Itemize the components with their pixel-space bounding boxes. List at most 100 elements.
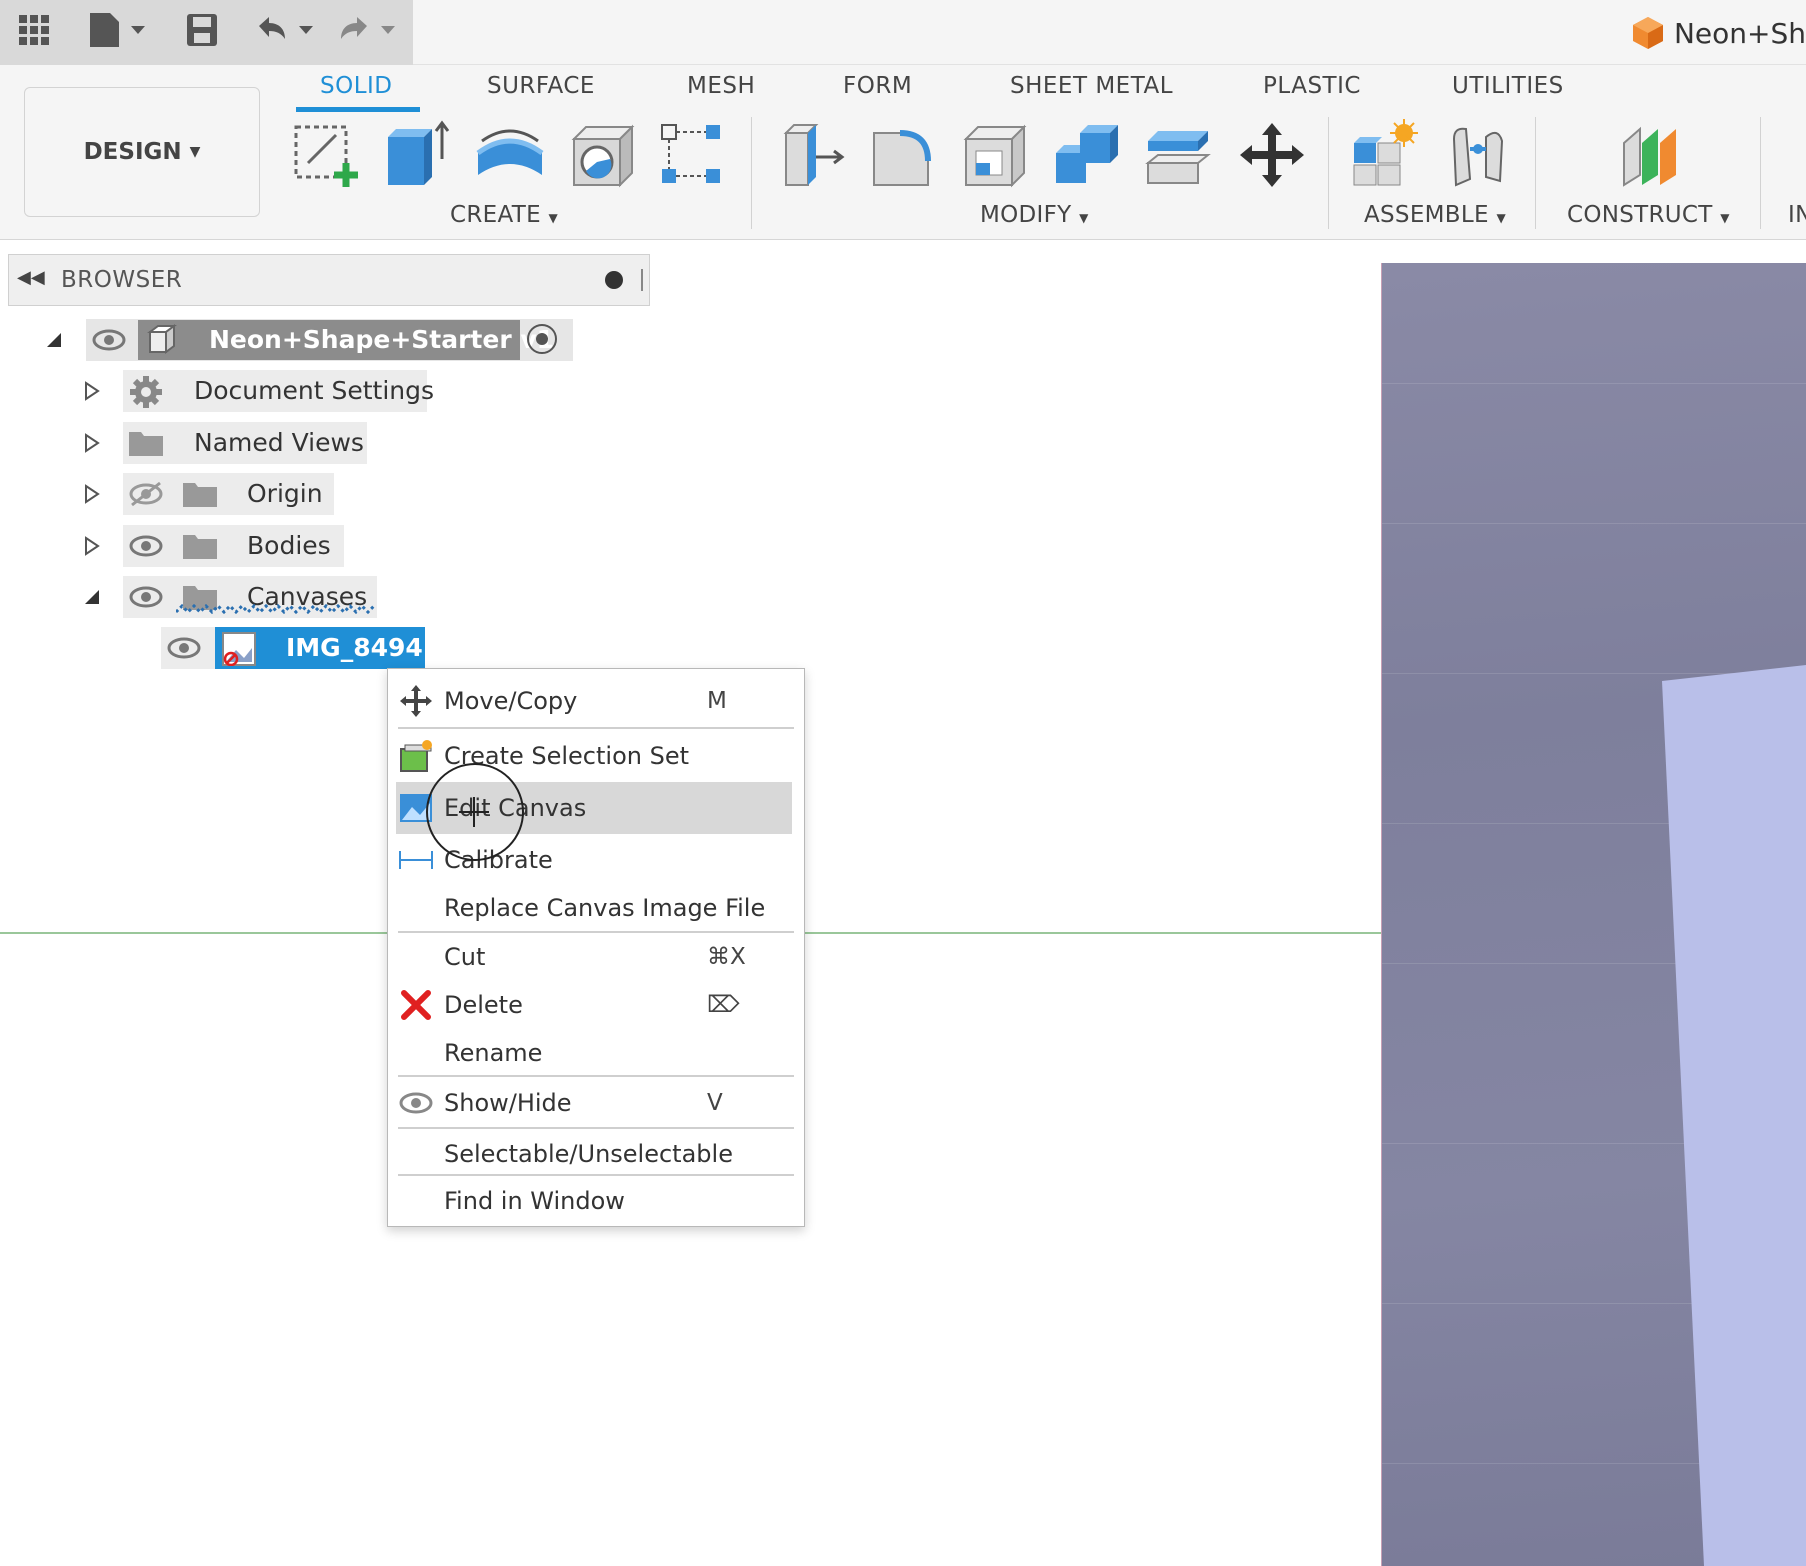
menu-item-selectable[interactable]: Selectable/Unselectable — [396, 1130, 792, 1178]
create-label: CREATE — [450, 202, 541, 228]
context-menu: Move/Copy M Create Selection Set Edit Ca… — [387, 668, 805, 1227]
canvas-image-icon — [222, 632, 256, 670]
menu-item-replace-canvas-image[interactable]: Replace Canvas Image File — [396, 884, 792, 932]
chevron-down-icon: ▼ — [1496, 211, 1506, 225]
shell-icon[interactable] — [956, 117, 1032, 193]
eye-icon — [398, 1085, 434, 1121]
document-title: Neon+Sh — [1673, 16, 1806, 50]
collapse-panel-icon[interactable]: ◀◀ — [17, 267, 45, 288]
chevron-down-icon: ▼ — [1720, 211, 1730, 225]
paper-sheet — [1662, 665, 1806, 1566]
menu-label: Replace Canvas Image File — [444, 894, 766, 922]
menu-shortcut: ⌘X — [707, 944, 746, 970]
construct-label: CONSTRUCT — [1567, 202, 1713, 228]
collapse-arrow-icon[interactable] — [82, 587, 102, 607]
menu-item-show-hide[interactable]: Show/Hide V — [396, 1079, 792, 1127]
quick-access-toolbar — [0, 0, 413, 65]
eye-hidden-icon[interactable] — [128, 481, 164, 511]
chevron-down-icon: ▼ — [1079, 211, 1089, 225]
folder-icon — [128, 428, 164, 462]
menu-label: Move/Copy — [444, 687, 578, 715]
top-bar: Neon+Sh — [0, 0, 1806, 65]
revolve-icon[interactable] — [472, 117, 548, 193]
undo-icon[interactable] — [254, 10, 320, 50]
extrude-icon[interactable] — [378, 117, 454, 193]
menu-item-cut[interactable]: Cut ⌘X — [396, 933, 792, 981]
divider — [751, 117, 752, 229]
construct-menu[interactable]: CONSTRUCT ▼ — [1567, 202, 1730, 228]
expand-arrow-icon[interactable] — [82, 484, 102, 504]
eye-icon[interactable] — [128, 584, 164, 614]
save-icon[interactable] — [182, 10, 222, 50]
divider — [1328, 117, 1329, 229]
modify-menu[interactable]: MODIFY ▼ — [980, 202, 1089, 228]
document-tab[interactable]: Neon+Sh — [1632, 12, 1806, 54]
menu-shortcut: M — [707, 688, 727, 714]
menu-item-move-copy[interactable]: Move/Copy M — [396, 677, 792, 725]
selection-set-icon — [398, 738, 434, 774]
selected-item-label: IMG_8494 — [286, 633, 423, 662]
insert-menu[interactable]: IN — [1788, 202, 1806, 228]
menu-label: Cut — [444, 943, 486, 971]
tab-plastic[interactable]: PLASTIC — [1263, 73, 1361, 99]
offset-face-icon[interactable] — [1140, 117, 1216, 193]
menu-label: Selectable/Unselectable — [444, 1140, 733, 1168]
menu-separator — [398, 1075, 794, 1077]
delete-icon — [398, 987, 434, 1023]
hole-icon[interactable] — [564, 117, 640, 193]
create-sketch-icon[interactable] — [288, 117, 364, 193]
move-icon[interactable] — [1234, 117, 1310, 193]
eye-icon[interactable] — [128, 533, 164, 563]
tab-sheet-metal[interactable]: SHEET METAL — [1010, 73, 1173, 99]
file-menu-icon[interactable] — [86, 10, 148, 50]
eye-icon[interactable] — [166, 635, 202, 665]
assemble-label: ASSEMBLE — [1364, 202, 1489, 228]
menu-label: Delete — [444, 991, 523, 1019]
expand-arrow-icon[interactable] — [82, 536, 102, 556]
joint-icon[interactable] — [1440, 117, 1516, 193]
browser-item-label: Document Settings — [194, 376, 435, 405]
browser-panel-header: ◀◀ BROWSER — [8, 254, 650, 306]
redo-icon[interactable] — [336, 10, 402, 50]
menu-label: Find in Window — [444, 1187, 625, 1215]
new-component-icon[interactable] — [1346, 117, 1422, 193]
pin-icon[interactable] — [605, 271, 623, 289]
tab-mesh[interactable]: MESH — [687, 73, 755, 99]
menu-shortcut: ⌦ — [707, 992, 740, 1018]
pattern-icon[interactable] — [654, 117, 730, 193]
tab-form[interactable]: FORM — [843, 73, 912, 99]
offset-plane-icon[interactable] — [1612, 117, 1688, 193]
combine-icon[interactable] — [1048, 117, 1124, 193]
assemble-menu[interactable]: ASSEMBLE ▼ — [1364, 202, 1506, 228]
calibrate-icon — [398, 842, 434, 878]
create-menu[interactable]: CREATE ▼ — [450, 202, 558, 228]
menu-label: Rename — [444, 1039, 543, 1067]
menu-separator — [398, 1174, 794, 1176]
workspace-switcher[interactable]: DESIGN ▼ — [24, 87, 260, 217]
folder-icon — [182, 531, 218, 565]
press-pull-icon[interactable] — [772, 117, 848, 193]
tab-utilities[interactable]: UTILITIES — [1452, 73, 1564, 99]
menu-label: Show/Hide — [444, 1089, 572, 1117]
active-tab-indicator — [296, 107, 420, 112]
eye-icon[interactable] — [92, 327, 126, 357]
chevron-down-icon: ▼ — [189, 144, 201, 160]
fillet-icon[interactable] — [864, 117, 940, 193]
tab-solid[interactable]: SOLID — [320, 73, 393, 99]
expand-arrow-icon[interactable] — [82, 433, 102, 453]
expand-arrow-icon[interactable] — [82, 381, 102, 401]
workspace-label: DESIGN — [83, 139, 182, 165]
collapse-arrow-icon[interactable] — [44, 330, 64, 350]
menu-item-find-in-window[interactable]: Find in Window — [396, 1177, 792, 1225]
activate-radio-icon[interactable] — [527, 324, 557, 354]
tab-surface[interactable]: SURFACE — [487, 73, 595, 99]
menu-item-rename[interactable]: Rename — [396, 1029, 792, 1077]
divider — [1760, 117, 1761, 229]
folder-icon — [182, 479, 218, 513]
ribbon: DESIGN ▼ SOLID SURFACE MESH FORM SHEET M… — [0, 65, 1806, 240]
app-grid-icon[interactable] — [14, 10, 54, 50]
resize-handle[interactable] — [641, 269, 643, 291]
menu-item-delete[interactable]: Delete ⌦ — [396, 981, 792, 1029]
divider — [1535, 117, 1536, 229]
component-icon — [146, 324, 178, 360]
